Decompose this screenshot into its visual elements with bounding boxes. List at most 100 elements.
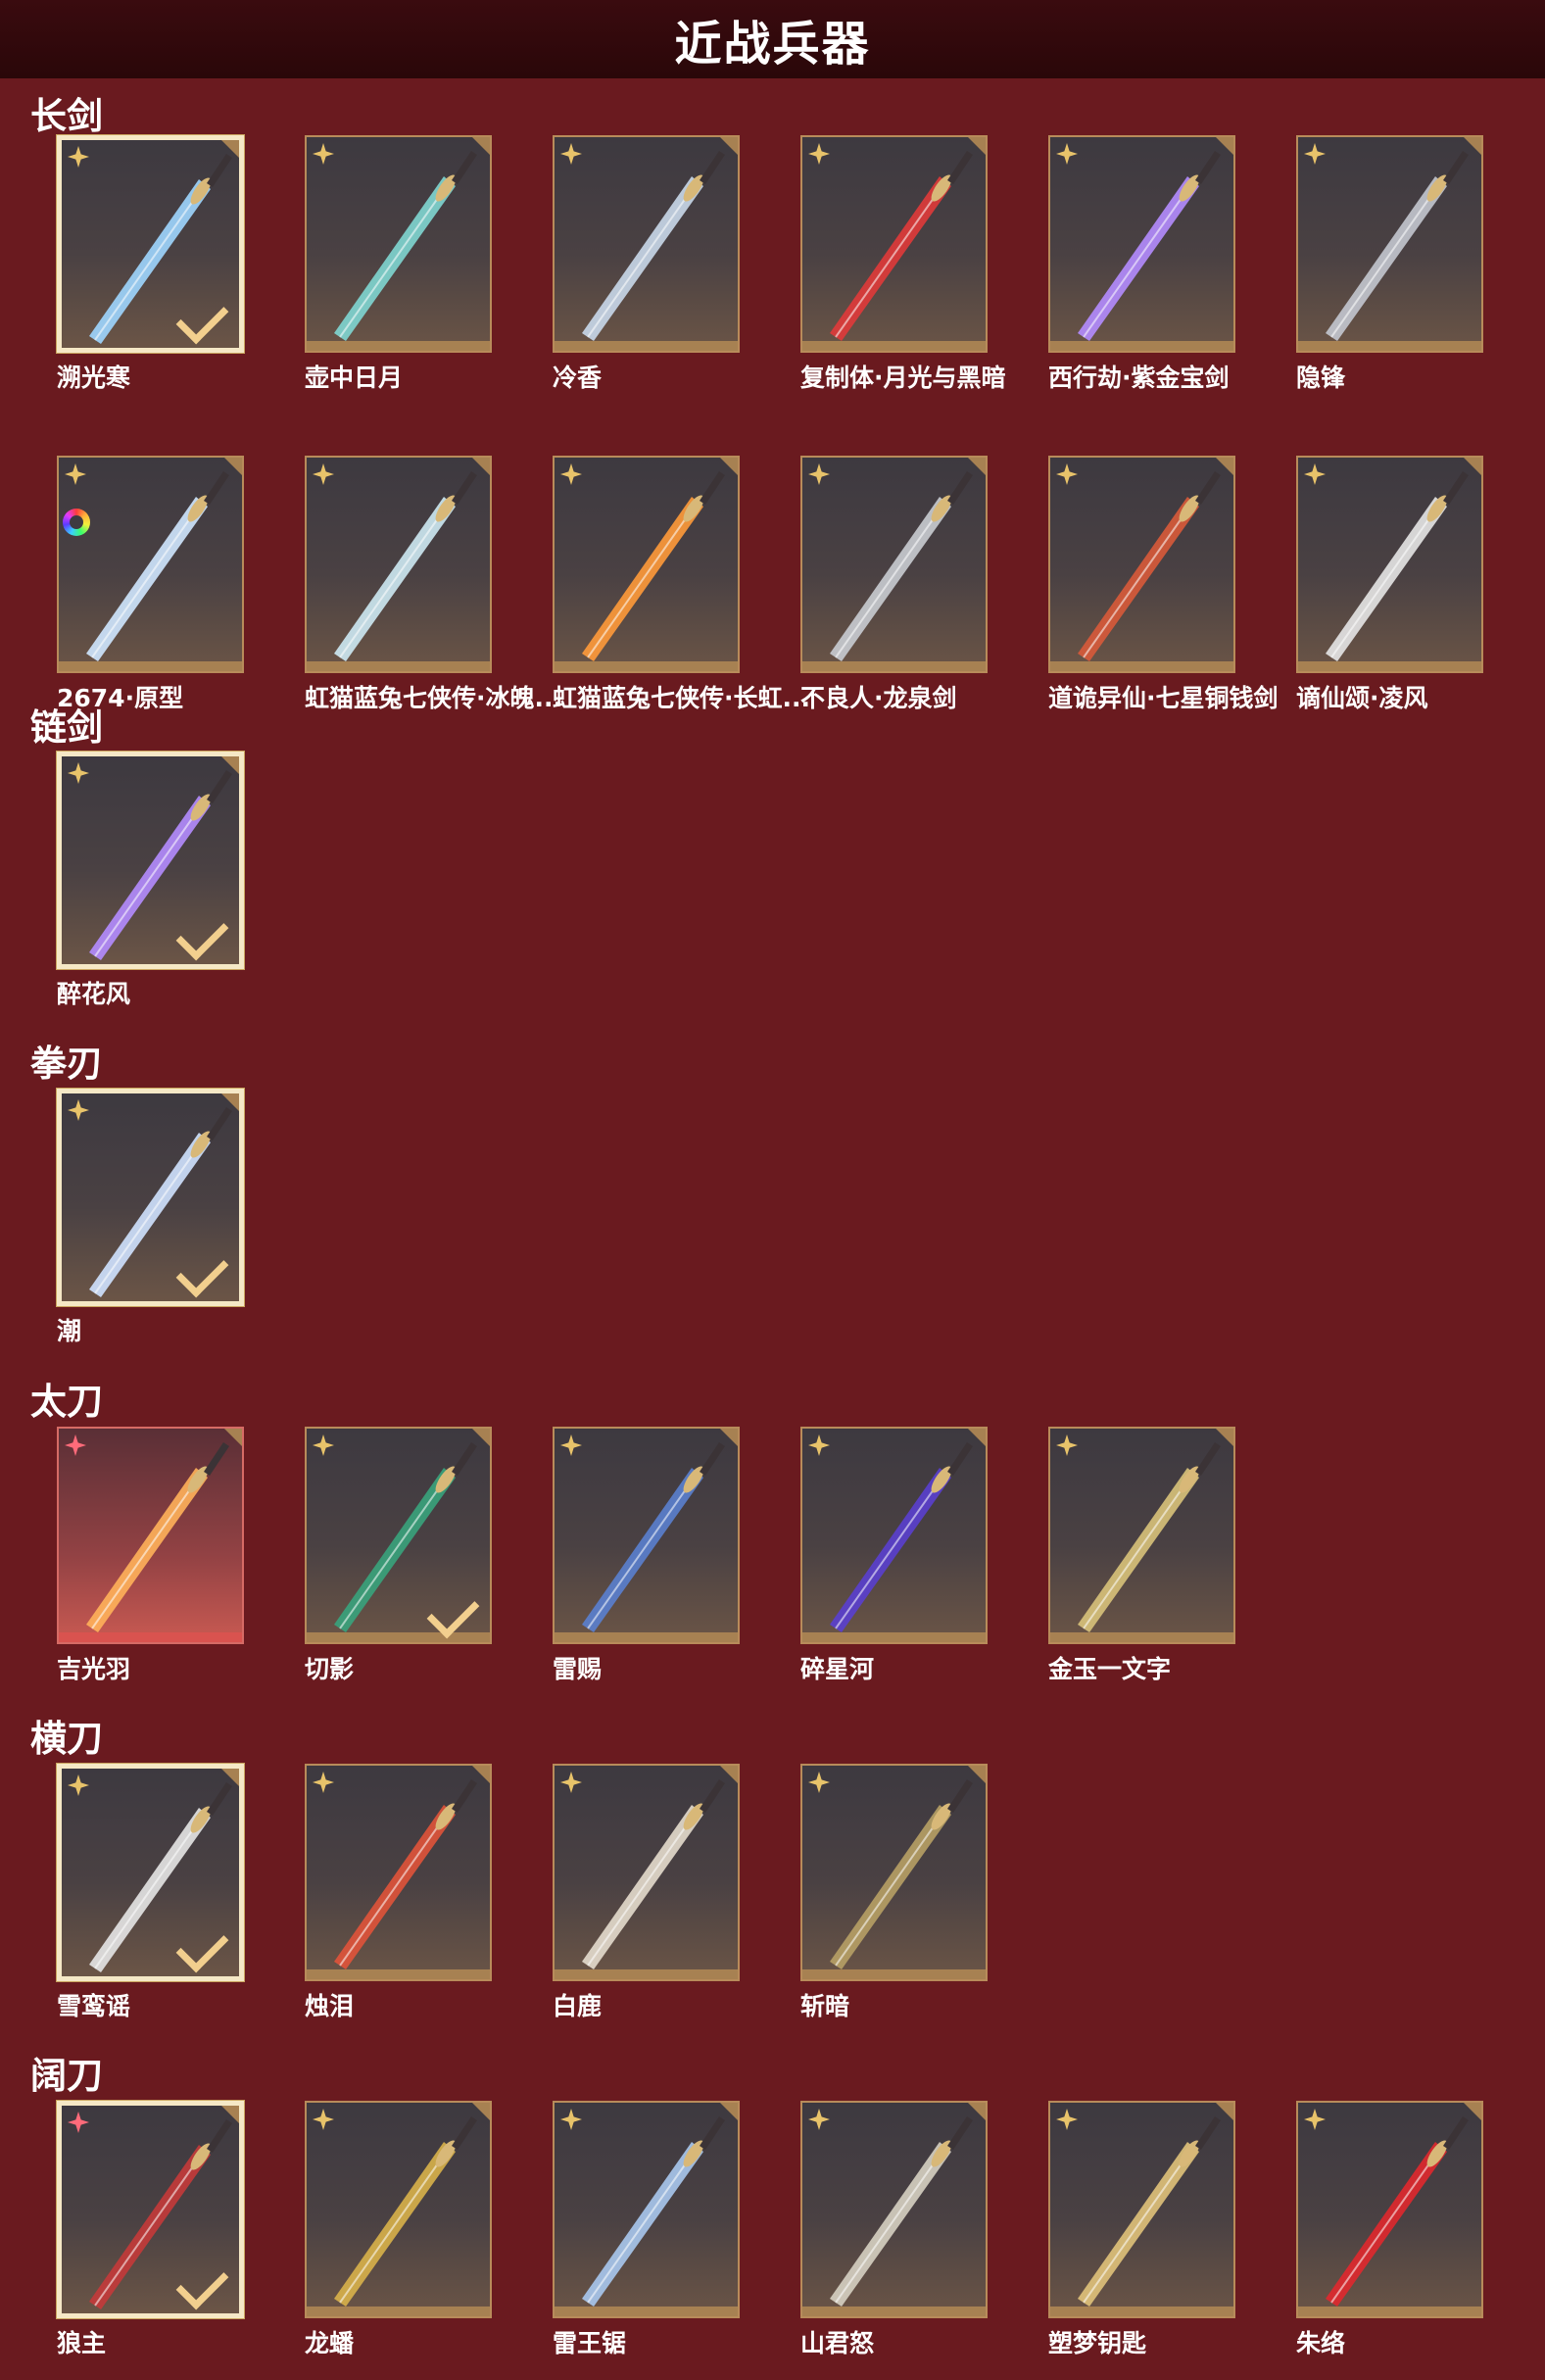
weapon-item[interactable]: 朱络 — [1296, 2101, 1483, 2357]
weapon-item[interactable]: 不良人·龙泉剑 — [800, 456, 988, 712]
weapon-item[interactable]: 斩暗 — [800, 1764, 988, 2020]
weapon-name-label: 谪仙颂·凌风 — [1296, 684, 1428, 712]
weapon-name-label: 西行劫·紫金宝剑 — [1048, 364, 1230, 392]
weapon-image — [86, 1442, 229, 1632]
weapon-card[interactable] — [305, 2101, 492, 2318]
card-bottom-bar — [555, 1969, 738, 1979]
card-bottom-bar — [1050, 1632, 1233, 1642]
weapon-card[interactable] — [1048, 135, 1235, 353]
weapon-image — [334, 471, 477, 661]
weapon-card[interactable] — [57, 2101, 244, 2318]
weapon-item[interactable]: 复制体·月光与黑暗 — [800, 135, 1006, 392]
weapon-name-label: 虹猫蓝兔七侠传·冰魄... — [305, 684, 562, 712]
weapon-card[interactable] — [1296, 2101, 1483, 2318]
card-bottom-bar — [59, 1632, 242, 1642]
weapon-card[interactable] — [553, 456, 740, 673]
card-bottom-bar — [1298, 661, 1481, 671]
weapon-item[interactable]: 醉花风 — [57, 752, 244, 1008]
weapon-name-label: 朱络 — [1296, 2329, 1346, 2357]
card-bottom-bar — [307, 1969, 490, 1979]
weapon-card[interactable] — [305, 1764, 492, 1981]
weapon-card[interactable] — [57, 752, 244, 969]
weapon-card[interactable] — [57, 1427, 244, 1644]
weapon-name-label: 道诡异仙·七星铜钱剑 — [1048, 684, 1279, 712]
weapon-item[interactable]: 西行劫·紫金宝剑 — [1048, 135, 1235, 392]
weapon-image — [1078, 1442, 1221, 1632]
card-bottom-bar — [1298, 2307, 1481, 2316]
weapon-card[interactable] — [800, 1427, 988, 1644]
card-bottom-bar — [555, 2307, 738, 2316]
weapon-name-label: 烛泪 — [305, 1992, 355, 2020]
weapon-name-label: 隐锋 — [1296, 364, 1346, 392]
weapon-card[interactable] — [57, 135, 244, 353]
weapon-image — [582, 471, 725, 661]
weapon-item[interactable]: 金玉一文字 — [1048, 1427, 1235, 1683]
weapon-card[interactable] — [305, 1427, 492, 1644]
weapon-image — [582, 151, 725, 341]
card-bottom-bar — [1050, 661, 1233, 671]
weapon-item[interactable]: 虹猫蓝兔七侠传·冰魄... — [305, 456, 562, 712]
weapon-item[interactable]: 龙蟠 — [305, 2101, 492, 2357]
weapon-item[interactable]: 雷王锯 — [553, 2101, 740, 2357]
weapon-card[interactable] — [305, 456, 492, 673]
card-bottom-bar — [802, 341, 986, 351]
weapon-card[interactable] — [1048, 2101, 1235, 2318]
card-bottom-bar — [59, 661, 242, 671]
weapon-item[interactable]: 冷香 — [553, 135, 740, 392]
weapon-item[interactable]: 碎星河 — [800, 1427, 988, 1683]
weapon-item[interactable]: 2674·原型 — [57, 456, 244, 712]
weapon-item[interactable]: 切影 — [305, 1427, 492, 1683]
weapon-item[interactable]: 雪鸾谣 — [57, 1764, 244, 2020]
weapon-name-label: 醉花风 — [57, 980, 131, 1008]
weapon-image — [334, 151, 477, 341]
weapon-card[interactable] — [305, 135, 492, 353]
weapon-card[interactable] — [800, 456, 988, 673]
weapon-item[interactable]: 壶中日月 — [305, 135, 492, 392]
weapon-card[interactable] — [800, 1764, 988, 1981]
weapon-image — [830, 1779, 973, 1969]
weapon-card[interactable] — [57, 1089, 244, 1306]
weapon-item[interactable]: 虹猫蓝兔七侠传·长虹... — [553, 456, 810, 712]
weapon-card[interactable] — [553, 2101, 740, 2318]
weapon-grid-kuodao: 狼主 龙蟠 雷王锯 山君怒 塑梦钥匙 朱络 — [57, 2101, 1483, 2357]
weapon-item[interactable]: 狼主 — [57, 2101, 244, 2357]
weapon-image — [830, 471, 973, 661]
header-bar: 近战兵器 — [0, 0, 1545, 78]
weapon-card[interactable] — [553, 1764, 740, 1981]
weapon-item[interactable]: 谪仙颂·凌风 — [1296, 456, 1483, 712]
weapon-item[interactable]: 溯光寒 — [57, 135, 244, 392]
weapon-item[interactable]: 烛泪 — [305, 1764, 492, 2020]
weapon-item[interactable]: 道诡异仙·七星铜钱剑 — [1048, 456, 1279, 712]
weapon-card[interactable] — [1048, 456, 1235, 673]
weapon-card[interactable] — [1296, 135, 1483, 353]
weapon-card[interactable] — [553, 1427, 740, 1644]
weapon-item[interactable]: 山君怒 — [800, 2101, 988, 2357]
weapon-card[interactable] — [800, 135, 988, 353]
weapon-item[interactable]: 潮 — [57, 1089, 244, 1345]
weapon-name-label: 雪鸾谣 — [57, 1992, 131, 2020]
weapon-card[interactable] — [1296, 456, 1483, 673]
weapon-name-label: 塑梦钥匙 — [1048, 2329, 1147, 2357]
weapon-name-label: 复制体·月光与黑暗 — [800, 364, 1006, 392]
weapon-item[interactable]: 白鹿 — [553, 1764, 740, 2020]
weapon-item[interactable]: 隐锋 — [1296, 135, 1483, 392]
weapon-card[interactable] — [1048, 1427, 1235, 1644]
weapon-card[interactable] — [57, 456, 244, 673]
card-bottom-bar — [555, 661, 738, 671]
page-title: 近战兵器 — [674, 17, 871, 72]
weapon-name-label: 龙蟠 — [305, 2329, 355, 2357]
weapon-card[interactable] — [57, 1764, 244, 1981]
card-bottom-bar — [307, 661, 490, 671]
weapon-card[interactable] — [800, 2101, 988, 2318]
weapon-name-label: 雷赐 — [553, 1655, 603, 1683]
weapon-item[interactable]: 吉光羽 — [57, 1427, 244, 1683]
card-bottom-bar — [307, 2307, 490, 2316]
weapon-item[interactable]: 雷赐 — [553, 1427, 740, 1683]
card-bottom-bar — [802, 2307, 986, 2316]
weapon-image — [1078, 2116, 1221, 2307]
card-bottom-bar — [307, 1632, 490, 1642]
weapon-card[interactable] — [553, 135, 740, 353]
weapon-item[interactable]: 塑梦钥匙 — [1048, 2101, 1235, 2357]
weapon-name-label: 潮 — [57, 1317, 82, 1345]
weapon-grid-lianjian: 醉花风 — [57, 752, 1483, 1008]
